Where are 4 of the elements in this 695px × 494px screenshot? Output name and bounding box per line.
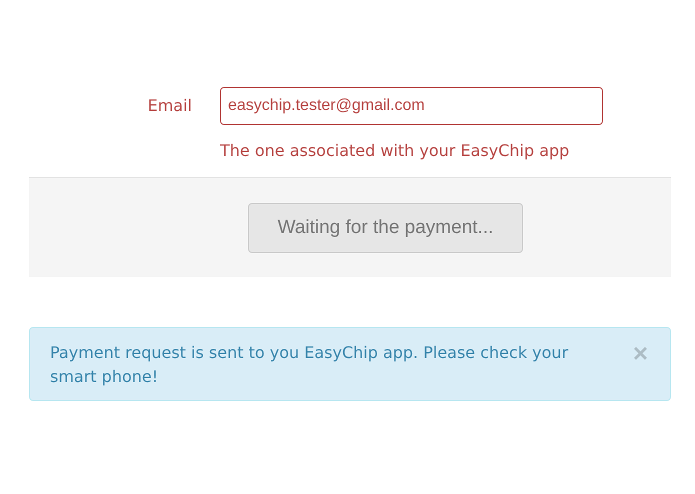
- field-label: Email: [146, 95, 193, 117]
- help-text: The one associated with your EasyChip app: [220, 141, 570, 161]
- alert-message: Payment request is sent to you EasyChip app. Please check your smart phone!: [50, 342, 570, 388]
- email-field[interactable]: easychip.tester@gmail.com: [220, 87, 603, 125]
